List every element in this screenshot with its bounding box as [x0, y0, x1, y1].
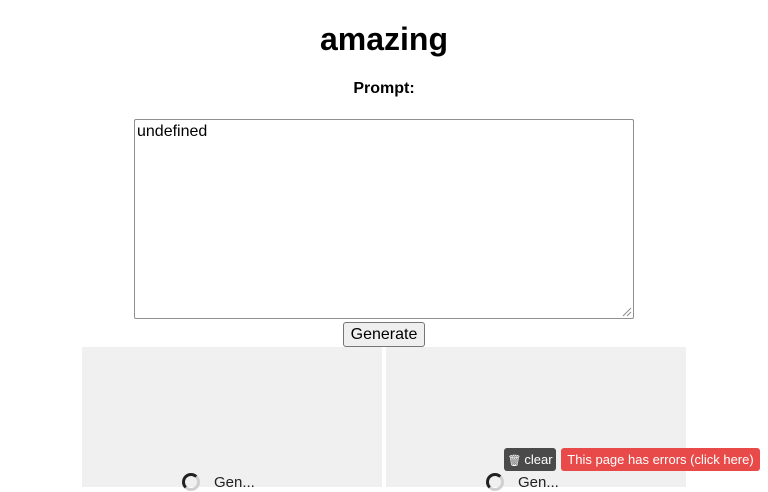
clear-label: clear — [524, 452, 553, 467]
image-panel-1: Gen... — [82, 347, 382, 491]
prompt-label: Prompt: — [353, 80, 415, 97]
panel-status: Gen... — [518, 474, 559, 491]
clear-button[interactable]: 🗑 clear — [504, 448, 556, 471]
loading-spinner-icon — [182, 473, 200, 491]
page-errors-button[interactable]: This page has errors (click here) — [561, 448, 760, 471]
generate-button[interactable]: Generate — [343, 322, 425, 347]
trash-icon: 🗑 — [507, 455, 522, 467]
prompt-textarea[interactable]: undefined — [134, 119, 634, 319]
loading-spinner-icon — [486, 473, 504, 491]
panel-status: Gen... — [214, 474, 255, 491]
page-title: amazing — [319, 21, 449, 57]
